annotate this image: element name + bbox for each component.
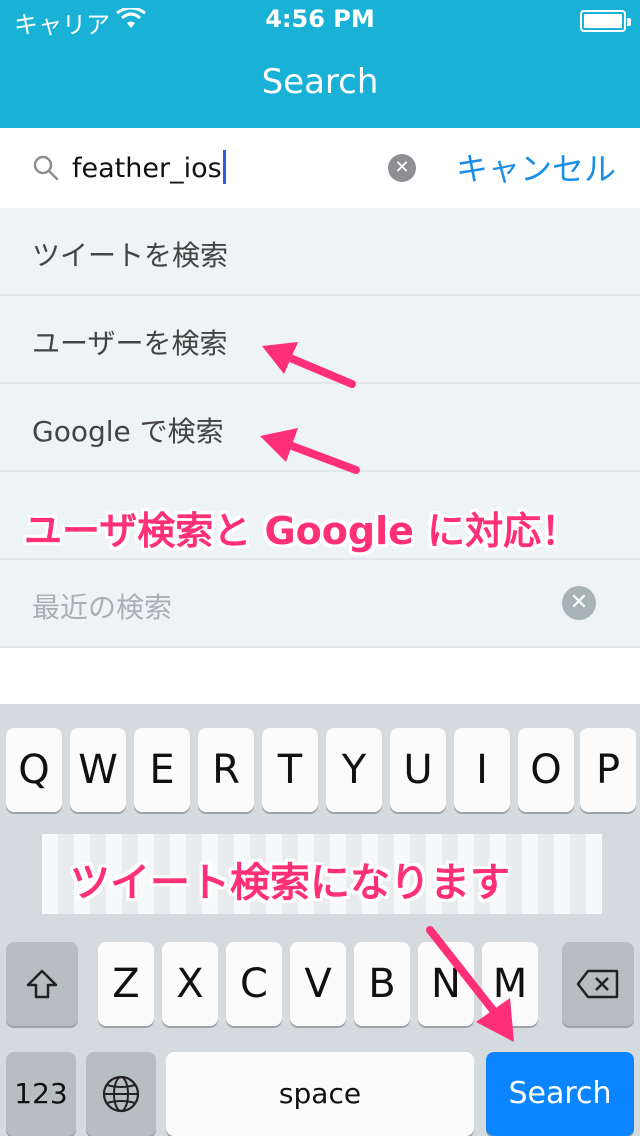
recent-searches-row: 最近の検索 ✕ [0, 560, 640, 648]
annotation-arrow [260, 428, 360, 474]
search-tweets-row[interactable]: ツイートを検索 [0, 208, 640, 296]
annotation-text: ツイート検索になります [70, 860, 510, 906]
shift-icon [26, 969, 58, 999]
text-caret [222, 150, 226, 184]
page-title: Search [261, 62, 379, 102]
key-v[interactable]: V [290, 942, 346, 1026]
key-e[interactable]: E [134, 728, 190, 812]
list-item-label: ユーザーを検索 [32, 327, 228, 360]
search-query-text: feather_ios [72, 153, 222, 184]
key-r[interactable]: R [198, 728, 254, 812]
key-c[interactable]: C [226, 942, 282, 1026]
key-q[interactable]: Q [6, 728, 62, 812]
key-u[interactable]: U [390, 728, 446, 812]
search-input[interactable]: feather_ios [72, 150, 226, 184]
backspace-icon [576, 969, 619, 999]
recent-searches-label: 最近の検索 [32, 591, 173, 624]
status-bar: キャリア 4:56 PM [0, 0, 640, 40]
delete-key[interactable] [562, 942, 634, 1026]
nav-bar: キャリア 4:56 PM Search [0, 0, 640, 128]
key-z[interactable]: Z [98, 942, 154, 1026]
key-i[interactable]: I [454, 728, 510, 812]
numbers-key[interactable]: 123 [6, 1052, 76, 1136]
list-item-label: ツイートを検索 [32, 239, 229, 272]
key-o[interactable]: O [518, 728, 574, 812]
key-w[interactable]: W [70, 728, 126, 812]
battery-icon [580, 10, 631, 32]
cancel-button[interactable]: キャンセル [456, 144, 616, 190]
clear-icon[interactable]: ✕ [388, 154, 416, 182]
clear-recent-icon[interactable]: ✕ [562, 586, 596, 620]
list-item-label: Google で検索 [32, 415, 224, 448]
globe-icon [102, 1075, 140, 1113]
key-y[interactable]: Y [326, 728, 382, 812]
key-b[interactable]: B [354, 942, 410, 1026]
annotation-arrow [426, 926, 514, 1042]
space-key[interactable]: space [166, 1052, 474, 1136]
annotation-arrow [262, 342, 356, 388]
annotation-text: ユーザ検索と Google に対応！ [24, 509, 580, 553]
search-icon [33, 155, 59, 181]
search-button[interactable]: Search [486, 1052, 634, 1136]
key-x[interactable]: X [162, 942, 218, 1026]
key-p[interactable]: P [580, 728, 636, 812]
search-bar: feather_ios ✕ キャンセル [0, 128, 640, 208]
shift-key[interactable] [6, 942, 78, 1026]
globe-key[interactable] [86, 1052, 156, 1136]
status-time: 4:56 PM [265, 5, 375, 33]
key-t[interactable]: T [262, 728, 318, 812]
list-footer [0, 648, 640, 704]
